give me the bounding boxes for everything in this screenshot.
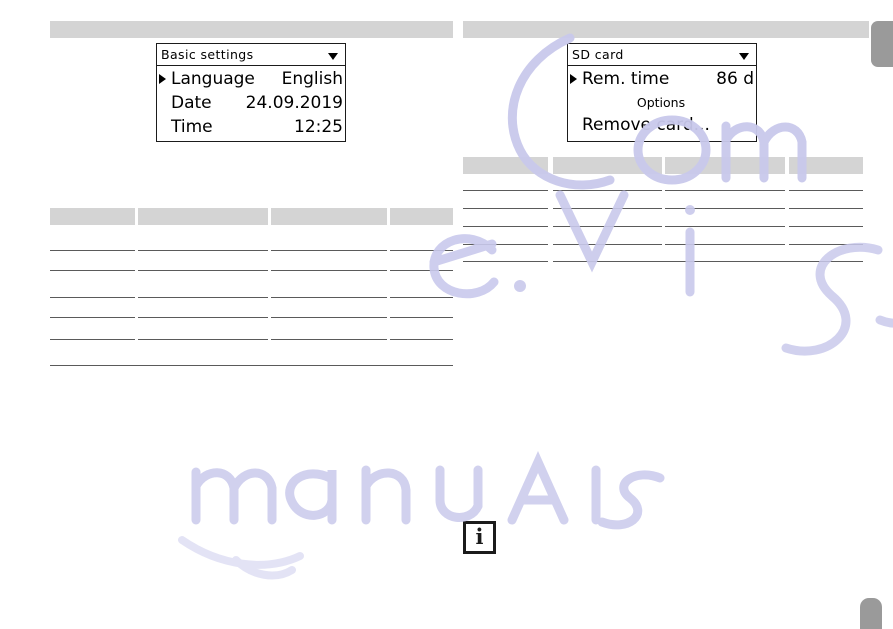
- table-row: [271, 297, 387, 298]
- page-edge-tab-top: [871, 21, 893, 67]
- display-titlebar: SD card: [568, 44, 756, 66]
- table-row: [463, 208, 548, 209]
- table-header-cell: [50, 208, 135, 225]
- table-row: [553, 226, 662, 227]
- device-display-basic-settings: Basic settings Language English Date 24.…: [156, 43, 346, 142]
- table-row: [789, 244, 863, 245]
- display-title: Basic settings: [161, 47, 254, 62]
- info-icon: i: [463, 521, 496, 554]
- data-table-left: [50, 208, 453, 366]
- table-row: [271, 270, 387, 271]
- table-row: [463, 190, 548, 191]
- table-row: [789, 226, 863, 227]
- menu-section-options: Options: [568, 91, 756, 113]
- menu-item-label: Time: [171, 117, 213, 137]
- device-display-sd-card: SD card Rem. time 86 d Options Remove ca…: [567, 43, 757, 142]
- table-row: [390, 339, 453, 340]
- menu-item-value: 12:25: [294, 117, 343, 137]
- table-row: [271, 339, 387, 340]
- menu-item-remove-card[interactable]: Remove card...: [568, 113, 756, 137]
- table-row: [789, 208, 863, 209]
- table-row: [665, 226, 785, 227]
- table-row: [463, 244, 548, 245]
- table-header-cell: [789, 157, 863, 174]
- table-row: [50, 365, 453, 366]
- menu-item-date[interactable]: Date 24.09.2019: [157, 91, 345, 115]
- menu-item-time[interactable]: Time 12:25: [157, 115, 345, 139]
- table-row: [463, 261, 548, 262]
- table-row: [665, 244, 785, 245]
- table-row: [138, 317, 268, 318]
- table-row: [390, 270, 453, 271]
- table-row: [138, 250, 268, 251]
- table-header-row: [463, 157, 863, 174]
- table-row: [138, 270, 268, 271]
- menu-item-label: Rem. time: [582, 69, 670, 89]
- menu-item-value: 86 d: [716, 69, 754, 89]
- table-row: [390, 297, 453, 298]
- table-row: [50, 339, 135, 340]
- menu-section-label: Options: [636, 94, 686, 110]
- table-row: [138, 339, 268, 340]
- table-row: [553, 244, 662, 245]
- table-header-cell: [463, 157, 548, 174]
- watermark: [0, 0, 893, 629]
- table-row: [553, 261, 863, 262]
- chevron-down-icon: [739, 53, 749, 60]
- info-glyph: i: [475, 524, 484, 549]
- display-title: SD card: [572, 47, 624, 62]
- table-header-cell: [665, 157, 785, 174]
- table-row: [665, 208, 785, 209]
- display-menu-list: Language English Date 24.09.2019 Time 12…: [157, 66, 345, 139]
- menu-item-label: Date: [171, 93, 212, 113]
- table-row: [553, 208, 662, 209]
- selection-arrow-icon: [570, 74, 577, 84]
- manual-page: Basic settings Language English Date 24.…: [0, 0, 893, 629]
- menu-item-value: English: [281, 69, 343, 89]
- table-row: [50, 317, 135, 318]
- menu-item-language[interactable]: Language English: [157, 67, 345, 91]
- table-header-cell: [138, 208, 268, 225]
- page-edge-strip: [861, 21, 869, 38]
- menu-item-remaining-time[interactable]: Rem. time 86 d: [568, 67, 756, 91]
- table-row: [390, 250, 453, 251]
- menu-item-label: Remove card...: [582, 115, 710, 135]
- table-row: [271, 317, 387, 318]
- page-edge-tab-bottom: [860, 598, 882, 629]
- table-header-row: [50, 208, 453, 225]
- selection-arrow-icon: [159, 74, 166, 84]
- display-titlebar: Basic settings: [157, 44, 345, 66]
- table-header-cell: [390, 208, 453, 225]
- table-row: [463, 226, 548, 227]
- table-header-cell: [553, 157, 662, 174]
- table-row: [50, 270, 135, 271]
- menu-item-label: Language: [171, 69, 255, 89]
- table-row: [390, 317, 453, 318]
- section-header-bar-right: [463, 21, 863, 38]
- table-row: [271, 250, 387, 251]
- data-table-right: [463, 157, 863, 262]
- table-row: [50, 250, 135, 251]
- table-header-cell: [271, 208, 387, 225]
- table-row: [789, 190, 863, 191]
- chevron-down-icon: [328, 53, 338, 60]
- table-row: [553, 190, 662, 191]
- menu-item-value: 24.09.2019: [245, 93, 343, 113]
- section-header-bar-left: [50, 21, 453, 38]
- display-menu-list: Rem. time 86 d Options Remove card...: [568, 66, 756, 139]
- table-row: [50, 297, 135, 298]
- table-row: [138, 297, 268, 298]
- table-row: [665, 190, 785, 191]
